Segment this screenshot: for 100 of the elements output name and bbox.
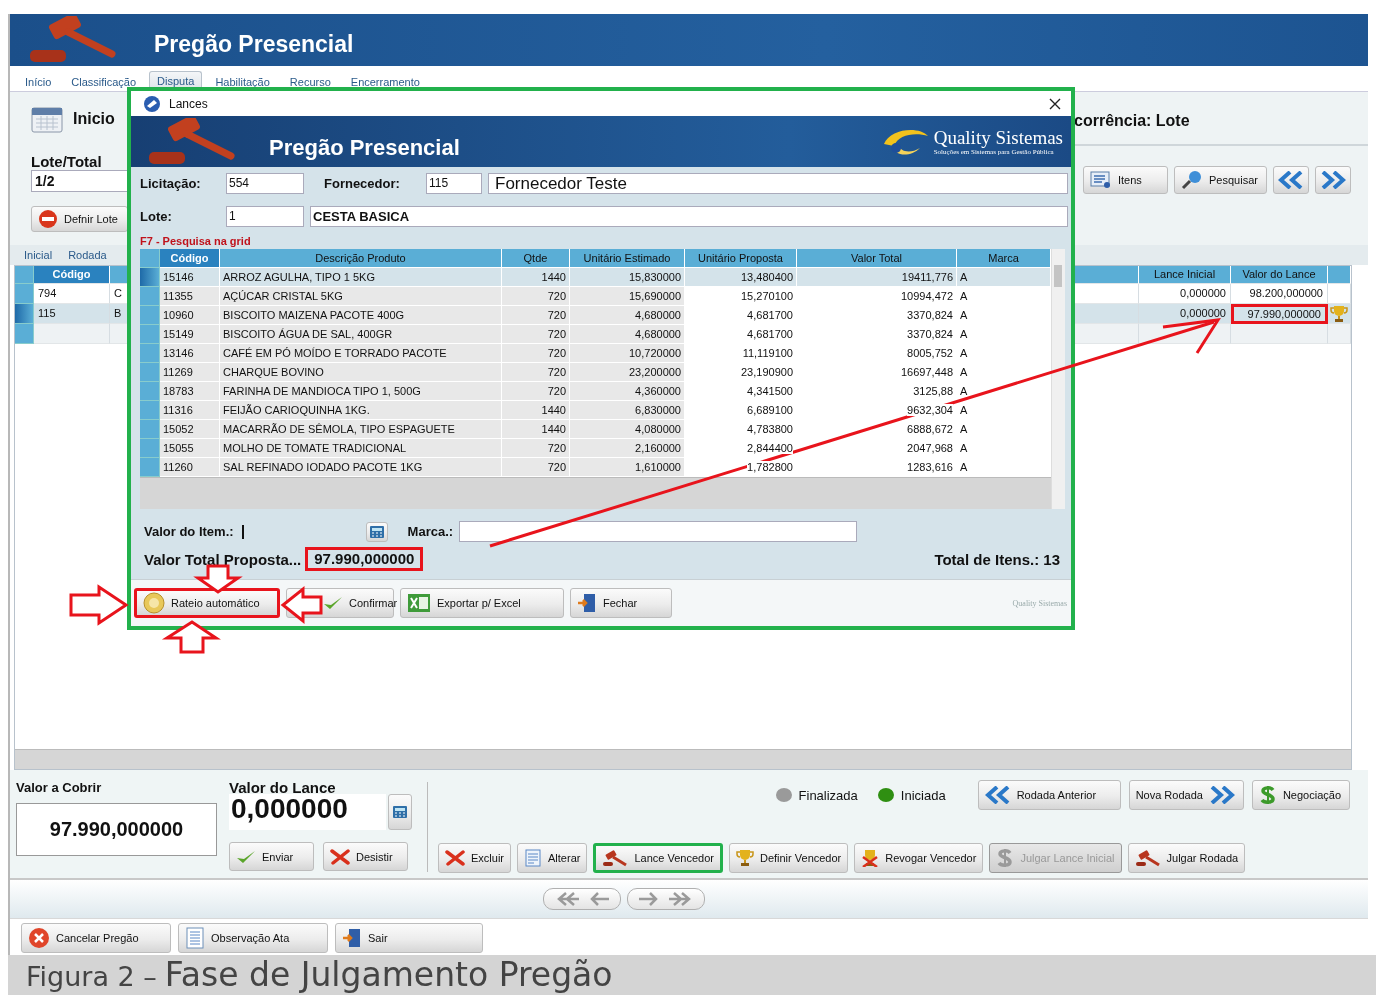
lote-total-field[interactable]: 1/2: [31, 170, 130, 192]
table-cell: 15146: [160, 268, 220, 287]
app-title: Pregão Presencial: [154, 30, 354, 58]
amount-display: 97.990,000000: [16, 803, 217, 856]
table-cell: AÇÚCAR CRISTAL 5KG: [220, 287, 502, 306]
action-button[interactable]: Alterar: [517, 843, 588, 873]
table-cell: 1440: [502, 401, 570, 420]
table-cell: A: [957, 268, 1051, 287]
table-cell: 1440: [502, 420, 570, 439]
table-cell: 11260: [160, 458, 220, 477]
field-label: Fornecedor:: [324, 176, 401, 191]
supplier-name-field[interactable]: Fornecedor Teste: [488, 173, 1068, 194]
dialog-button[interactable]: Rateio automático: [134, 588, 280, 618]
table-cell: BISCOITO MAIZENA PACOTE 400G: [220, 306, 502, 325]
table-cell: 720: [502, 458, 570, 477]
table-cell: 13,480400: [685, 268, 797, 287]
table-cell: MACARRÃO DE SÊMOLA, TIPO ESPAGUETE: [220, 420, 502, 439]
field-label: Valor a Cobrir: [16, 780, 103, 795]
column-header: Valor do Lance: [1231, 266, 1328, 284]
tab[interactable]: Rodada: [68, 249, 107, 261]
tab[interactable]: Início: [18, 74, 59, 91]
table-cell: CAFÉ EM PÓ MOÍDO E TORRADO PACOTE: [220, 344, 502, 363]
table-cell: 15055: [160, 439, 220, 458]
bid-value-field[interactable]: 0,000000: [229, 794, 386, 830]
table-cell: 0,000000: [1139, 304, 1231, 324]
field-label: Lote/Total: [31, 153, 103, 170]
table-cell: FARINHA DE MANDIOCA TIPO 1, 500G: [220, 382, 502, 401]
table-cell: 11316: [160, 401, 220, 420]
table-cell: 10960: [160, 306, 220, 325]
round-button[interactable]: Nova Rodada: [1128, 780, 1244, 810]
toolbar-button[interactable]: Pesquisar: [1174, 166, 1267, 194]
figure-caption: Fase de Julgamento Pregão: [164, 955, 613, 994]
field-label: Valor do Lance: [229, 779, 337, 796]
lot-name-field[interactable]: CESTA BASICA: [310, 205, 1068, 227]
field-label: Valor Total Proposta...: [144, 550, 302, 568]
table-cell: 720: [502, 439, 570, 458]
table-cell: 720: [502, 344, 570, 363]
footer-button[interactable]: Observação Ata: [178, 922, 328, 953]
logo-name: Quality Sistemas: [1012, 598, 1067, 608]
dialog-button[interactable]: Exportar p/ Excel: [400, 588, 564, 618]
tab[interactable]: Encerramento: [343, 74, 427, 91]
tab[interactable]: Classificação: [64, 74, 144, 91]
table-cell: 11355: [160, 287, 220, 306]
table-cell: 4,680000: [570, 325, 685, 344]
section-heading: Inicio: [73, 110, 115, 128]
legend-label: Iniciada: [900, 787, 946, 803]
lot-number-field[interactable]: 1: [226, 205, 304, 227]
table-cell: 15,690000: [570, 287, 685, 306]
action-button[interactable]: Enviar: [229, 842, 314, 871]
column-header: Unitário Proposta: [685, 249, 797, 268]
table-cell: 1440: [502, 268, 570, 287]
table-cell: 720: [502, 363, 570, 382]
table-cell: 19411,776: [797, 268, 957, 287]
column-header: Qtde: [502, 249, 570, 268]
table-cell: 4,080000: [570, 420, 685, 439]
table-cell: 15149: [160, 325, 220, 344]
items-count: Total de Itens.: 13: [934, 550, 1060, 568]
supplier-code-field[interactable]: 115: [426, 173, 482, 194]
table-cell: 2,160000: [570, 439, 685, 458]
table-cell: 11269: [160, 363, 220, 382]
action-button[interactable]: Desistir: [323, 842, 408, 871]
toolbar-button[interactable]: Itens: [1083, 166, 1168, 194]
table-cell: FEIJÃO CARIOQUINHA 1KG.: [220, 401, 502, 420]
column-header: Código: [160, 249, 220, 268]
column-header: Lance Inicial: [1139, 266, 1231, 284]
define-lot-button[interactable]: Defnir Lote: [31, 206, 128, 232]
action-button[interactable]: Excluir: [438, 843, 511, 873]
table-cell: SAL REFINADO IODADO PACOTE 1KG: [220, 458, 502, 477]
field-label: Licitação:: [140, 176, 202, 191]
column-header: Unitário Estimado: [570, 249, 685, 268]
dialog-title: Lances: [169, 96, 208, 111]
table-cell: MOLHO DE TOMATE TRADICIONAL: [220, 439, 502, 458]
tab[interactable]: Recurso: [282, 74, 338, 91]
table-cell: 10,720000: [570, 344, 685, 363]
table-cell: 97.990,000000: [1231, 304, 1328, 324]
table-cell: 18783: [160, 382, 220, 401]
action-button[interactable]: Julgar Rodada: [1127, 843, 1246, 873]
action-button[interactable]: Lance Vencedor: [593, 843, 723, 873]
figure-label: Figura 2 –: [26, 961, 157, 992]
round-button[interactable]: Rodada Anterior: [977, 780, 1121, 810]
total-value: 97.990,000000: [305, 547, 424, 571]
table-cell: 1,610000: [570, 458, 685, 477]
logo-name: Quality Sistemas: [933, 127, 1063, 148]
column-header: Marca: [957, 249, 1051, 268]
table-cell: 720: [502, 287, 570, 306]
action-button[interactable]: Revogar Vencedor: [854, 843, 984, 873]
bid-number-field[interactable]: 554: [226, 173, 304, 194]
table-cell: CHARQUE BOVINO: [220, 363, 502, 382]
tab[interactable]: Habilitação: [208, 74, 277, 91]
table-cell: 4,680000: [570, 306, 685, 325]
column-header: Código: [34, 266, 110, 284]
table-cell: 720: [502, 306, 570, 325]
footer-button[interactable]: Sair: [335, 922, 483, 953]
tab[interactable]: Inicial: [24, 249, 53, 261]
action-button[interactable]: Definir Vencedor: [728, 843, 849, 873]
round-button[interactable]: Negociação: [1251, 780, 1350, 810]
dialog-button[interactable]: Fechar: [570, 588, 672, 618]
table-cell: 23,200000: [570, 363, 685, 382]
table-cell: 6,830000: [570, 401, 685, 420]
footer-button[interactable]: Cancelar Pregão: [21, 922, 171, 953]
